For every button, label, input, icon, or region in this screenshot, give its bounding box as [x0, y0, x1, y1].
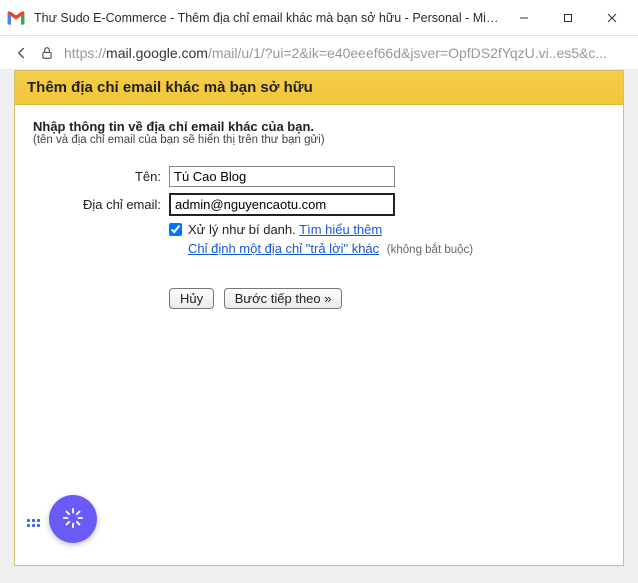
form: Tên: Địa chỉ email: Xử lý như bí danh. T…: [33, 166, 605, 309]
email-input[interactable]: [169, 193, 395, 216]
sunburst-icon: [62, 507, 84, 532]
window-titlebar: Thư Sudo E-Commerce - Thêm địa chỉ email…: [0, 0, 638, 36]
instruction-subline: (tên và địa chỉ email của bạn sẽ hiển th…: [33, 134, 605, 146]
alias-text: Xử lý như bí danh.: [188, 222, 296, 237]
main-panel: Thêm địa chỉ email khác mà bạn sở hữu Nh…: [14, 70, 624, 566]
window-buttons: [502, 3, 634, 33]
url-prefix: https://: [64, 45, 106, 61]
url-host: mail.google.com: [106, 45, 208, 61]
maximize-button[interactable]: [546, 3, 590, 33]
url-path: /mail/u/1/?ui=2&ik=e40eeef66d&jsver=OpfD…: [208, 45, 607, 61]
instruction-headline: Nhập thông tin về địa chỉ email khác của…: [33, 119, 605, 134]
alias-line: Xử lý như bí danh. Tìm hiểu thêm Chỉ địn…: [33, 222, 605, 256]
reply-address-link[interactable]: Chỉ định một địa chỉ "trả lời" khác: [188, 241, 379, 256]
name-label: Tên:: [33, 169, 169, 184]
close-button[interactable]: [590, 3, 634, 33]
panel-body: Nhập thông tin về địa chỉ email khác của…: [15, 105, 623, 565]
lock-icon: [40, 46, 54, 60]
next-button[interactable]: Bước tiếp theo »: [224, 288, 343, 309]
name-input[interactable]: [169, 166, 395, 187]
alias-checkbox[interactable]: [169, 223, 182, 236]
learn-more-link[interactable]: Tìm hiểu thêm: [299, 222, 382, 237]
email-label: Địa chỉ email:: [33, 197, 169, 212]
url-bar: https://mail.google.com/mail/u/1/?ui=2&i…: [0, 36, 638, 70]
cancel-button[interactable]: Hủy: [169, 288, 214, 309]
row-name: Tên:: [33, 166, 605, 187]
dots-handle-icon[interactable]: [27, 519, 41, 533]
fab-button[interactable]: [49, 495, 97, 543]
row-email: Địa chỉ email:: [33, 193, 605, 216]
url-text[interactable]: https://mail.google.com/mail/u/1/?ui=2&i…: [64, 45, 626, 61]
reply-optional: (không bắt buộc): [387, 244, 473, 256]
minimize-button[interactable]: [502, 3, 546, 33]
gmail-icon: [6, 8, 26, 28]
panel-header: Thêm địa chỉ email khác mà bạn sở hữu: [15, 71, 623, 105]
instruction-block: Nhập thông tin về địa chỉ email khác của…: [33, 119, 605, 146]
window-title: Thư Sudo E-Commerce - Thêm địa chỉ email…: [26, 11, 502, 25]
action-row: Hủy Bước tiếp theo »: [33, 288, 605, 309]
back-icon[interactable]: [12, 44, 30, 62]
